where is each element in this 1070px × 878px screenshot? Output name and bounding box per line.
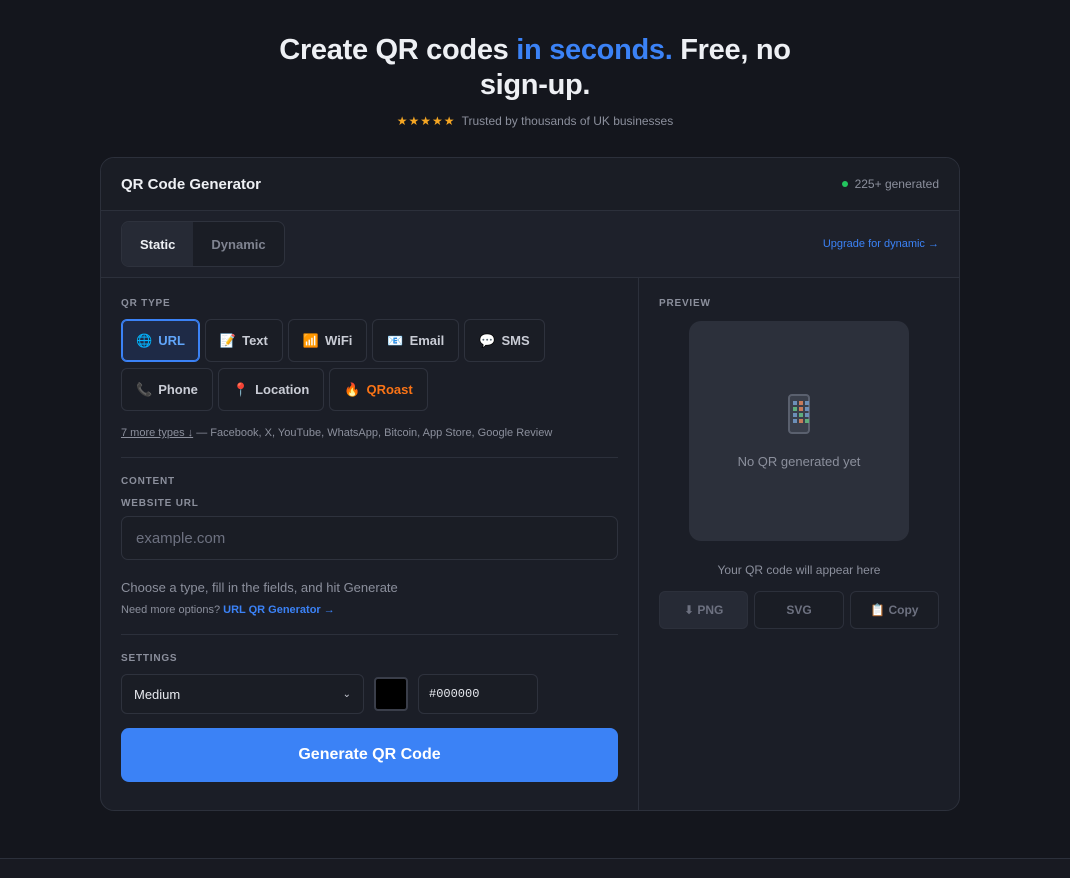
size-select-value: Medium — [134, 686, 181, 702]
type-label: URL — [158, 333, 185, 348]
empty-preview-text: No QR generated yet — [737, 453, 861, 469]
footer-edge — [0, 858, 1070, 878]
url-qr-generator-link[interactable]: URL QR Generator → — [223, 604, 335, 616]
type-url-button[interactable]: 🌐 URL — [121, 319, 200, 362]
preview-panel: PREVIEW No QR generated yet Your QR code… — [639, 278, 959, 810]
mode-bar: Static Dynamic Upgrade for dynamic → — [101, 211, 959, 278]
type-label: QRoast — [366, 382, 413, 397]
download-svg-button[interactable]: SVG — [754, 591, 844, 629]
hero-title-accent: in seconds. — [516, 34, 673, 66]
fire-icon: 🔥 — [344, 381, 361, 397]
more-types-link[interactable]: 7 more types ↓ — [121, 427, 193, 439]
type-location-button[interactable]: 📍 Location — [217, 368, 325, 411]
generator-body: QR TYPE 🌐 URL 📝 Text 📶 WiFi 📧 Email 💬 SM… — [101, 278, 959, 810]
type-qroast-button[interactable]: 🔥 QRoast — [329, 368, 428, 411]
type-email-button[interactable]: 📧 Email — [372, 319, 460, 362]
type-phone-button[interactable]: 📞 Phone — [121, 368, 213, 411]
more-options-line: Need more options? URL QR Generator → — [121, 604, 618, 616]
generate-qr-button[interactable]: Generate QR Code — [121, 728, 618, 782]
hero: Create QR codes in seconds. Free, no sig… — [0, 0, 1070, 128]
globe-icon: 🌐 — [136, 332, 153, 348]
divider — [121, 457, 618, 458]
hero-title: Create QR codes in seconds. Free, no sig… — [275, 33, 795, 103]
signal-icon: 📶 — [302, 332, 320, 348]
tab-static[interactable]: Static — [122, 222, 194, 266]
type-text-button[interactable]: 📝 Text — [204, 319, 283, 362]
status-dot-icon — [841, 181, 848, 187]
hero-title-part1: Create QR codes — [279, 34, 517, 66]
phone-icon: 📞 — [136, 381, 153, 397]
type-label: Email — [409, 333, 445, 348]
qr-type-label: QR TYPE — [121, 298, 171, 309]
website-url-input[interactable] — [121, 516, 618, 560]
color-swatch[interactable] — [374, 677, 408, 711]
form-panel: QR TYPE 🌐 URL 📝 Text 📶 WiFi 📧 Email 💬 SM… — [101, 278, 639, 810]
color-hex-input[interactable]: #000000 — [418, 674, 538, 714]
email-icon: 📧 — [387, 332, 404, 348]
mobile-phone-icon — [788, 393, 810, 434]
generated-count: 225+ generated — [841, 177, 939, 191]
type-wifi-button[interactable]: 📶 WiFi — [287, 319, 368, 362]
pin-icon: 📍 — [232, 381, 250, 397]
trust-text: Trusted by thousands of UK businesses — [461, 114, 674, 128]
type-label: SMS — [501, 333, 530, 348]
type-sms-button[interactable]: 💬 SMS — [464, 319, 545, 362]
trust-line: ★★★★★ Trusted by thousands of UK business… — [0, 114, 1070, 128]
card-header: QR Code Generator 225+ generated — [101, 158, 959, 211]
preview-hint: Your QR code will appear here — [717, 563, 881, 577]
speech-bubble-icon: 💬 — [479, 332, 496, 348]
type-label: Phone — [158, 382, 198, 397]
form-hint: Choose a type, fill in the fields, and h… — [121, 580, 398, 595]
download-buttons: ⬇ PNG SVG 📋 Copy — [659, 591, 939, 629]
copy-button[interactable]: 📋 Copy — [849, 591, 939, 629]
download-png-button[interactable]: ⬇ PNG — [659, 591, 749, 629]
star-rating-icon: ★★★★★ — [396, 114, 456, 128]
generated-count-text: 225+ generated — [854, 177, 939, 191]
memo-icon: 📝 — [219, 332, 237, 348]
tab-dynamic[interactable]: Dynamic — [193, 222, 283, 266]
more-types-list: — Facebook, X, YouTube, WhatsApp, Bitcoi… — [193, 427, 553, 439]
qr-generator-card: QR Code Generator 225+ generated Static … — [100, 157, 960, 811]
settings-label: SETTINGS — [121, 653, 178, 664]
preview-label: PREVIEW — [659, 298, 711, 309]
card-title: QR Code Generator — [121, 175, 262, 193]
type-label: Text — [242, 333, 268, 348]
settings-row: Medium ⌄ #000000 — [121, 674, 618, 714]
type-label: Location — [255, 382, 310, 397]
qr-type-list: 🌐 URL 📝 Text 📶 WiFi 📧 Email 💬 SMS 📞 Phon… — [121, 319, 591, 411]
divider — [121, 634, 618, 635]
website-url-label: WEBSITE URL — [121, 498, 199, 509]
qr-preview-area: No QR generated yet — [689, 321, 909, 541]
type-label: WiFi — [325, 333, 353, 348]
chevron-down-icon: ⌄ — [342, 688, 351, 700]
upgrade-dynamic-link[interactable]: Upgrade for dynamic → — [823, 238, 939, 250]
size-select[interactable]: Medium ⌄ — [121, 674, 364, 714]
more-options-text: Need more options? — [121, 604, 224, 616]
more-types-line: 7 more types ↓ — Facebook, X, YouTube, W… — [121, 427, 618, 439]
content-label: CONTENT — [121, 476, 175, 487]
mode-toggle: Static Dynamic — [121, 221, 285, 267]
